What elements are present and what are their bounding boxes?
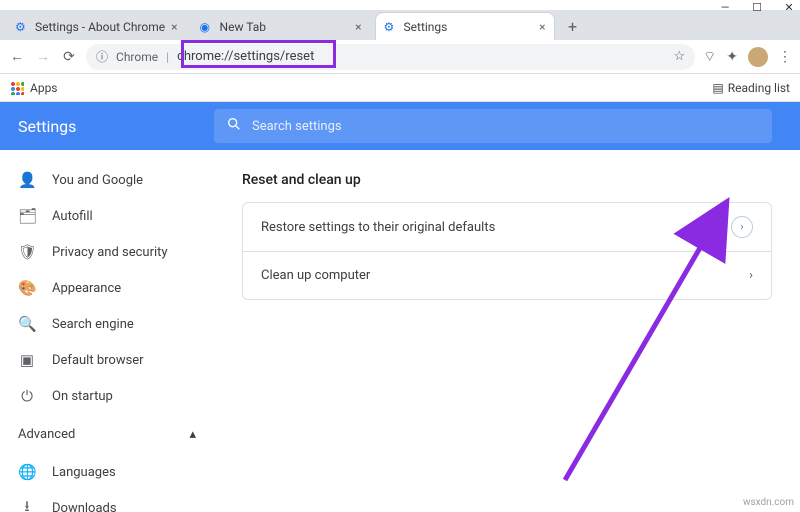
reading-list-label: Reading list xyxy=(728,81,790,95)
window-close-button[interactable]: ✕ xyxy=(782,1,796,14)
sidebar: 👤 You and Google 🗂 Autofill 🛡 Privacy and s… xyxy=(0,150,214,512)
window-minimize-button[interactable]: — xyxy=(718,1,732,14)
sidebar-item-label: Autofill xyxy=(52,209,93,224)
row-restore-defaults[interactable]: Restore settings to their original defau… xyxy=(243,203,771,251)
gear-icon xyxy=(15,20,29,34)
search-input[interactable] xyxy=(252,119,760,134)
tab-settings[interactable]: Settings × xyxy=(375,12,555,40)
chevron-up-icon: ▴ xyxy=(189,427,196,442)
tab-strip: Settings - About Chrome × New Tab × Sett… xyxy=(0,10,800,40)
reset-card: Restore settings to their original defau… xyxy=(242,202,772,300)
chevron-right-icon: › xyxy=(731,216,753,238)
palette-icon: 🎨 xyxy=(18,279,36,297)
power-icon: ⏻ xyxy=(18,387,36,405)
new-tab-button[interactable]: + xyxy=(559,12,587,40)
sidebar-advanced-toggle[interactable]: Advanced ▴ xyxy=(0,414,214,454)
sidebar-item-label: On startup xyxy=(52,389,113,404)
sidebar-item-privacy[interactable]: 🛡 Privacy and security xyxy=(0,234,214,270)
avatar[interactable] xyxy=(748,47,768,67)
reload-button[interactable]: ⟳ xyxy=(60,49,78,65)
search-icon: 🔍 xyxy=(18,315,36,333)
chrome-icon xyxy=(200,20,214,34)
star-icon[interactable]: ☆ xyxy=(673,49,685,64)
gear-icon xyxy=(384,20,398,34)
site-info-icon[interactable]: ⓘ xyxy=(96,48,108,65)
site-chip: Chrome xyxy=(116,50,158,64)
row-clean-up-computer[interactable]: Clean up computer › xyxy=(243,251,771,299)
autofill-icon: 🗂 xyxy=(18,207,36,225)
url-text: chrome://settings/reset xyxy=(177,49,314,64)
omnibox[interactable]: ⓘ Chrome | chrome://settings/reset ☆ xyxy=(86,44,695,70)
row-label: Clean up computer xyxy=(261,268,370,283)
reading-list-button[interactable]: ▤ Reading list xyxy=(712,81,790,95)
forward-button[interactable]: → xyxy=(34,48,52,65)
advanced-label: Advanced xyxy=(18,427,75,442)
settings-header: Settings xyxy=(0,102,800,150)
close-icon[interactable]: × xyxy=(355,20,361,34)
row-label: Restore settings to their original defau… xyxy=(261,220,495,235)
sidebar-item-on-startup[interactable]: ⏻ On startup xyxy=(0,378,214,414)
chevron-right-icon: › xyxy=(749,268,753,283)
sidebar-item-autofill[interactable]: 🗂 Autofill xyxy=(0,198,214,234)
bookmarks-bar: Apps ▤ Reading list xyxy=(0,74,800,102)
watermark: wsxdn.com xyxy=(743,497,794,508)
tab-settings-about[interactable]: Settings - About Chrome × xyxy=(6,12,187,40)
tab-label: Settings xyxy=(404,20,448,34)
sidebar-item-appearance[interactable]: 🎨 Appearance xyxy=(0,270,214,306)
search-icon xyxy=(226,116,242,136)
page-title: Settings xyxy=(0,117,214,136)
sidebar-item-label: You and Google xyxy=(52,173,143,188)
sidebar-item-label: Appearance xyxy=(52,281,121,296)
download-icon: ⭳ xyxy=(18,496,36,512)
sidebar-item-label: Languages xyxy=(52,465,116,480)
close-icon[interactable]: × xyxy=(171,20,177,34)
sidebar-item-label: Default browser xyxy=(52,353,144,368)
tab-label: Settings - About Chrome xyxy=(35,20,165,34)
window-titlebar: — ☐ ✕ xyxy=(0,0,800,10)
menu-icon[interactable]: ⋮ xyxy=(778,49,792,65)
sidebar-item-label: Search engine xyxy=(52,317,134,332)
close-icon[interactable]: × xyxy=(539,20,545,34)
address-bar: ← → ⟳ ⓘ Chrome | chrome://settings/reset… xyxy=(0,40,800,74)
search-settings[interactable] xyxy=(214,109,772,143)
person-icon: 👤 xyxy=(18,171,36,189)
sidebar-item-you-and-google[interactable]: 👤 You and Google xyxy=(0,162,214,198)
reading-list-icon: ▤ xyxy=(712,81,723,95)
tab-new-tab[interactable]: New Tab × xyxy=(191,12,371,40)
section-title: Reset and clean up xyxy=(242,172,772,188)
sidebar-item-label: Downloads xyxy=(52,501,117,512)
apps-button[interactable]: Apps xyxy=(30,81,58,95)
sidebar-item-search-engine[interactable]: 🔍 Search engine xyxy=(0,306,214,342)
main-panel: Reset and clean up Restore settings to t… xyxy=(214,150,800,512)
browser-icon: ▣ xyxy=(18,351,36,369)
extensions-icon[interactable]: ✦ xyxy=(726,49,738,65)
sidebar-item-label: Privacy and security xyxy=(52,245,168,260)
apps-icon[interactable] xyxy=(10,81,24,95)
globe-icon: 🌐 xyxy=(18,463,36,481)
back-button[interactable]: ← xyxy=(8,48,26,65)
sidebar-item-downloads[interactable]: ⭳ Downloads xyxy=(0,490,214,512)
sidebar-item-languages[interactable]: 🌐 Languages xyxy=(0,454,214,490)
shield-icon: 🛡 xyxy=(18,243,36,261)
tab-label: New Tab xyxy=(220,20,266,34)
window-maximize-button[interactable]: ☐ xyxy=(750,1,764,14)
cloud-icon[interactable]: ⌔ xyxy=(703,48,716,66)
sidebar-item-default-browser[interactable]: ▣ Default browser xyxy=(0,342,214,378)
